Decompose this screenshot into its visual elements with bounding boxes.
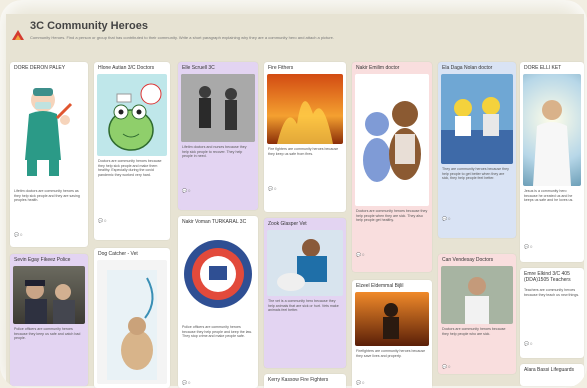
comment-count[interactable]: 💬 0	[520, 244, 584, 249]
post-card[interactable]: Elle Scruell 3C Lifetim doctors and nurs…	[178, 62, 258, 210]
post-image-doctor[interactable]	[13, 74, 85, 186]
comment-count[interactable]: 💬 0	[352, 252, 432, 257]
post-card[interactable]: Sevin Egay Fikeez Police Police officers…	[10, 254, 88, 386]
post-title: Sevin Egay Fikeez Police	[14, 257, 71, 263]
comment-icon: 💬	[268, 186, 273, 191]
comment-icon: 💬	[14, 232, 19, 237]
post-card[interactable]: Alara Bassi Lifeguards	[520, 364, 584, 386]
jesus-painting-icon	[533, 100, 571, 186]
nurses-photo-icon	[181, 74, 255, 142]
post-card[interactable]: Fire Fithers Fire fighters are community…	[264, 62, 346, 212]
post-text: Teachers are community heroes because th…	[524, 288, 580, 297]
post-card[interactable]: DORE ELLI KET Jesus is a community hero …	[520, 62, 584, 262]
post-text: Fire fighters are community heroes becau…	[268, 147, 339, 156]
post-image-vet-photo[interactable]	[267, 230, 343, 296]
post-title: Alara Bassi Lifeguards	[524, 367, 575, 373]
post-title: Emre Elkind 3/C 405 (DDA)1505 Teachers	[524, 271, 571, 283]
post-image-jesus[interactable]	[523, 74, 581, 186]
post-title: Nakir Emilim doctor	[356, 65, 400, 71]
post-title: Can Vendesay Doctors	[442, 257, 494, 263]
board-title: 3C Community Heroes	[30, 20, 148, 32]
board-description: Community Heroes. Find a person or group…	[30, 35, 335, 40]
post-image-nurses[interactable]	[181, 74, 255, 142]
window-frame: 3C Community Heroes Community Heroes. Fi…	[0, 0, 587, 388]
post-title: Ela Daga Nolan doctor	[442, 65, 493, 71]
frog-doctor-icon	[108, 83, 162, 151]
post-card[interactable]: Elzeel Eldemmal Bijlil Firefighters are …	[352, 280, 432, 388]
comment-count[interactable]: 💬 0	[352, 380, 432, 385]
post-title: Elzeel Eldemmal Bijlil	[356, 283, 404, 289]
firefighter-photo-icon	[383, 303, 399, 339]
comment-count[interactable]: 💬 0	[520, 341, 584, 346]
comment-count[interactable]: 💬 0	[94, 218, 170, 223]
post-card[interactable]: Ela Daga Nolan doctor They are community…	[438, 62, 516, 238]
post-title: DORE ELLI KET	[524, 65, 562, 71]
post-card[interactable]: Can Vendesay Doctors Doctors are communi…	[438, 254, 516, 374]
post-text: They are community heroes because they h…	[442, 167, 509, 181]
post-title: Dog Catcher - Vet	[98, 251, 138, 257]
comment-count[interactable]: 💬 0	[438, 364, 516, 369]
doctor-photo-icon	[465, 277, 489, 324]
doctor-cartoon-icon	[25, 88, 73, 176]
vet-photo-icon	[277, 239, 327, 291]
comment-count[interactable]: 💬 0	[438, 216, 516, 221]
post-text: Doctors are community heroes because the…	[98, 159, 162, 177]
post-card[interactable]: Hlone Autian 3/C Doctors Doctors are com…	[94, 62, 170, 240]
post-card[interactable]: Kerry Kassow Fire Fighters	[264, 374, 346, 388]
post-text: Jesus is a community hero because he cre…	[524, 189, 574, 203]
post-image-vet[interactable]	[97, 260, 167, 384]
bears-cartoon-icon	[363, 101, 421, 182]
post-image-simpsons[interactable]	[441, 74, 513, 164]
post-image-police-badge[interactable]	[181, 228, 255, 322]
comment-icon: 💬	[182, 188, 187, 193]
post-image-bears[interactable]	[355, 74, 429, 206]
post-card[interactable]: Emre Elkind 3/C 405 (DDA)1505 Teachers T…	[520, 268, 584, 358]
comment-icon: 💬	[524, 244, 529, 249]
post-card[interactable]: Nakir Emilim doctor Doctors are communit…	[352, 62, 432, 272]
post-title: Kerry Kassow Fire Fighters	[268, 377, 329, 383]
post-image-fire[interactable]	[267, 74, 343, 144]
post-image-doctor-photo[interactable]	[441, 266, 513, 324]
comment-icon: 💬	[356, 252, 361, 257]
post-card[interactable]: Dog Catcher - Vet	[94, 248, 170, 388]
vet-dog-icon	[107, 270, 157, 380]
board-header: 3C Community Heroes Community Heroes. Fi…	[6, 14, 584, 56]
post-title: DORE DERON PALEY	[14, 65, 66, 71]
padlet-board: 3C Community Heroes Community Heroes. Fi…	[6, 14, 584, 388]
post-text: Lifetim doctors are community heroes as …	[14, 189, 80, 203]
police-badge-icon	[184, 240, 252, 308]
comment-icon: 💬	[182, 380, 187, 385]
post-image-police[interactable]	[13, 266, 85, 324]
comment-count[interactable]: 💬 0	[10, 232, 88, 237]
post-card[interactable]: DORE DERON PALEY Lifetim doctors are com…	[10, 62, 88, 247]
post-text: Doctors are community heroes because the…	[356, 209, 428, 223]
post-image-frog[interactable]	[97, 74, 167, 156]
post-text: Police officers are community heroes bec…	[14, 327, 81, 341]
padlet-logo-icon	[12, 30, 24, 40]
comment-icon: 💬	[356, 380, 361, 385]
post-title: Hlone Autian 3/C Doctors	[98, 65, 155, 71]
post-card[interactable]: Zook Glasper Vet The vet is a community …	[264, 218, 346, 368]
post-title: Nakir Voman TURKARAL 3C	[182, 219, 247, 225]
comment-icon: 💬	[524, 341, 529, 346]
cartoon-doctor-icon	[441, 97, 513, 164]
comment-icon: 💬	[98, 218, 103, 223]
post-card[interactable]: Nakir Voman TURKARAL 3C Police officers …	[178, 216, 258, 388]
post-text: Firefighters are community heroes becaus…	[356, 349, 426, 358]
post-text: The vet is a community hero because they…	[268, 299, 339, 313]
comment-icon: 💬	[442, 216, 447, 221]
police-photo-icon	[25, 280, 75, 324]
post-image-firefighter[interactable]	[355, 292, 429, 346]
comment-count[interactable]: 💬 0	[178, 188, 258, 193]
fire-photo-icon	[277, 101, 333, 144]
post-text: Lifetim doctors and nurses because they …	[182, 145, 247, 159]
comment-count[interactable]: 💬 0	[178, 380, 258, 385]
post-title: Zook Glasper Vet	[268, 221, 307, 227]
post-text: Police officers are community heroes bec…	[182, 325, 252, 339]
comment-count[interactable]: 💬 0	[264, 186, 346, 191]
post-text: Doctors are community heroes because the…	[442, 327, 506, 336]
comment-icon: 💬	[442, 364, 447, 369]
post-title: Elle Scruell 3C	[182, 65, 215, 71]
post-title: Fire Fithers	[268, 65, 294, 71]
